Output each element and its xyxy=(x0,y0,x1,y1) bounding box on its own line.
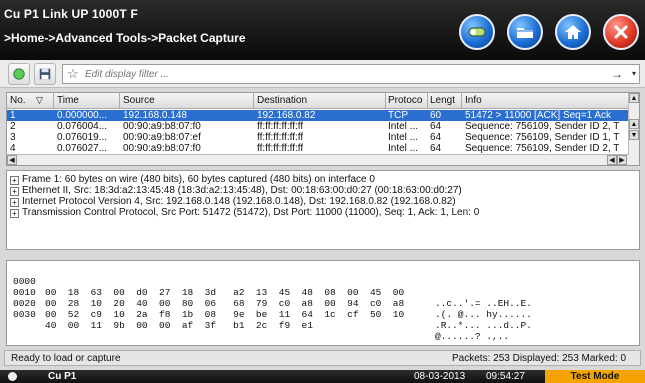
interface-label: Cu P1 xyxy=(48,371,77,382)
breadcrumb: >Home->Advanced Tools->Packet Capture xyxy=(4,31,246,45)
scroll-left-icon[interactable]: ◀ xyxy=(607,155,617,165)
filter-dropdown-icon[interactable]: ▾ xyxy=(632,69,636,78)
column-header[interactable]: Protoco xyxy=(388,95,422,106)
hex-row: 0020 00 52 c9 10 2a f8 1b 08 9e be 11 64… xyxy=(13,298,532,331)
close-button[interactable] xyxy=(603,14,639,50)
bookmark-icon[interactable]: ☆ xyxy=(67,66,79,82)
packet-list-header: No. ▽ Time Source Destination Protoco Le… xyxy=(7,93,629,109)
packet-bytes-pane: 0000 00 18 63 00 d0 27 18 3d a2 13 45 48… xyxy=(6,260,640,346)
column-header[interactable]: Destination xyxy=(257,95,307,106)
test-mode-badge: Test Mode xyxy=(545,370,645,383)
start-capture-button[interactable] xyxy=(8,63,30,85)
packet-details-pane: + Frame 1: 60 bytes on wire (480 bits), 6… xyxy=(6,170,640,250)
packet-counts: Packets: 253 Displayed: 253 Marked: 0 xyxy=(452,353,626,364)
detail-tree-item[interactable]: + Ethernet II, Src: 18:3d:a2:13:45:48 (18… xyxy=(10,185,636,196)
status-bar: Ready to load or capture Packets: 253 Di… xyxy=(4,350,641,366)
link-status-title: Cu P1 Link UP 1000T F xyxy=(4,7,139,21)
table-row[interactable]: 2 0.076004... 00:90:a9:b8:07:f0 ff:ff:ff… xyxy=(7,121,629,132)
column-header[interactable]: Info xyxy=(465,95,482,106)
packet-list-hscrollbar[interactable]: ◀ ◀ ▶ xyxy=(7,154,629,165)
filter-toolbar: ☆ → ▾ xyxy=(0,60,645,88)
hex-row: 0010 00 28 10 20 40 00 80 06 68 79 c0 a8… xyxy=(13,287,532,320)
detail-tree-item[interactable]: + Internet Protocol Version 4, Src: 192.1… xyxy=(10,196,636,207)
save-icon xyxy=(39,68,51,80)
time-display: 09:54:27 xyxy=(486,371,525,382)
open-folder-button[interactable] xyxy=(507,14,543,50)
hex-row: 0000 00 18 63 00 d0 27 18 3d a2 13 45 48… xyxy=(13,276,532,309)
save-button[interactable] xyxy=(34,63,56,85)
date-display: 08-03-2013 xyxy=(414,371,466,382)
detail-tree-item[interactable]: + Frame 1: 60 bytes on wire (480 bits), 6… xyxy=(10,174,636,185)
expand-icon[interactable]: + xyxy=(10,187,19,196)
toggle-icon xyxy=(468,27,486,37)
detail-tree-item[interactable]: + Transmission Control Protocol, Src Port… xyxy=(10,207,636,218)
table-row[interactable]: 1 0.000000... 192.168.0.148 192.168.0.82… xyxy=(7,110,629,121)
toggle-button[interactable] xyxy=(459,14,495,50)
apply-filter-button[interactable]: → xyxy=(611,67,623,81)
link-indicator-icon xyxy=(8,372,17,381)
folder-icon xyxy=(517,28,533,38)
sort-icon[interactable]: ▽ xyxy=(36,95,43,106)
close-icon xyxy=(614,25,628,39)
expand-icon[interactable]: + xyxy=(10,198,19,207)
title-bar: Cu P1 Link UP 1000T F >Home->Advanced To… xyxy=(0,0,645,60)
expand-icon[interactable]: + xyxy=(10,209,19,218)
scroll-up-icon[interactable]: ▲ xyxy=(629,93,639,103)
packet-list: No. ▽ Time Source Destination Protoco Le… xyxy=(6,92,640,166)
display-filter-box: ☆ → ▾ xyxy=(62,64,640,84)
packet-list-vscrollbar[interactable]: ▲ ▲ ▼ xyxy=(628,93,639,165)
status-message: Ready to load or capture xyxy=(11,353,121,364)
scroll-thumb[interactable]: ▲ xyxy=(629,119,639,129)
column-header[interactable]: Source xyxy=(123,95,155,106)
home-icon xyxy=(565,25,581,39)
scroll-left-icon[interactable]: ◀ xyxy=(7,155,17,165)
table-row[interactable]: 3 0.076019... 00:90:a9:b8:07:ef ff:ff:ff… xyxy=(7,132,629,143)
scroll-right-icon[interactable]: ▶ xyxy=(617,155,627,165)
hex-row: 0030 40 00 11 9b 00 00 af 3f b1 2c f9 e1… xyxy=(13,309,510,342)
column-header[interactable]: Lengt xyxy=(430,95,455,106)
scroll-down-icon[interactable]: ▼ xyxy=(629,130,639,140)
column-header[interactable]: No. xyxy=(10,95,26,106)
device-status-bar: Cu P1 08-03-2013 09:54:27 Test Mode xyxy=(0,370,645,383)
table-row[interactable]: 4 0.076027... 00:90:a9:b8:07:f0 ff:ff:ff… xyxy=(7,143,629,154)
home-button[interactable] xyxy=(555,14,591,50)
start-capture-icon xyxy=(13,68,25,80)
column-header[interactable]: Time xyxy=(57,95,79,106)
display-filter-input[interactable] xyxy=(85,67,565,81)
expand-icon[interactable]: + xyxy=(10,176,19,185)
